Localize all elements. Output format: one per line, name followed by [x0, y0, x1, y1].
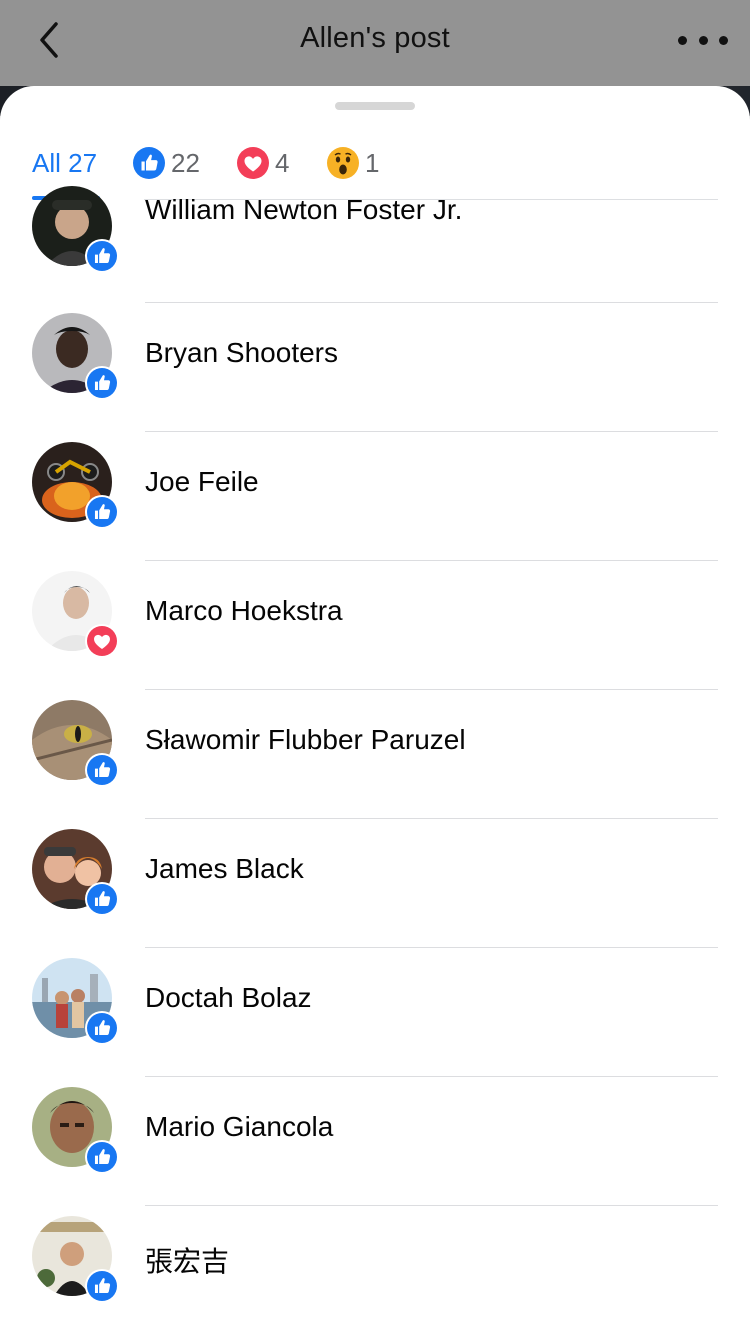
like-badge [85, 239, 119, 273]
avatar [32, 442, 119, 529]
list-item[interactable]: Bryan Shooters [0, 303, 750, 432]
like-icon [87, 884, 117, 914]
reactions-sheet: All 27 22 4 1 William Newton Foster Jr. … [0, 86, 750, 1334]
avatar [32, 186, 119, 273]
reactor-name: Marco Hoekstra [145, 595, 343, 626]
avatar [32, 1216, 119, 1303]
list-item[interactable]: Doctah Bolaz [0, 948, 750, 1077]
sheet-grabber[interactable] [335, 102, 415, 110]
like-icon [87, 497, 117, 527]
like-badge [85, 1011, 119, 1045]
like-badge [85, 1269, 119, 1303]
love-badge [85, 624, 119, 658]
like-icon [87, 1013, 117, 1043]
love-icon [87, 626, 117, 656]
page-title: Allen's post [300, 22, 450, 54]
like-badge [85, 1140, 119, 1174]
reactor-name: William Newton Foster Jr. [145, 194, 463, 225]
more-button[interactable] [678, 22, 728, 58]
reactor-name: Joe Feile [145, 466, 259, 497]
reactor-name: James Black [145, 853, 304, 884]
avatar [32, 571, 119, 658]
more-horizontal-icon [678, 35, 687, 45]
avatar [31, 700, 119, 787]
list-item[interactable]: Mario Giancola [0, 1077, 750, 1206]
avatar [32, 829, 119, 916]
reactor-name: Mario Giancola [145, 1111, 334, 1142]
list-item[interactable]: Sławomir Flubber Paruzel [0, 690, 750, 819]
reactor-name: Bryan Shooters [145, 337, 338, 368]
like-icon [87, 755, 117, 785]
list-item[interactable]: Marco Hoekstra [0, 561, 750, 690]
like-badge [85, 366, 119, 400]
avatar [32, 313, 119, 400]
like-icon [87, 241, 117, 271]
list-item[interactable]: Joe Feile [0, 432, 750, 561]
list-item[interactable]: James Black [0, 819, 750, 948]
like-icon [87, 1271, 117, 1301]
reactions-screen: Allen's post All 27 22 4 1 William Newto… [0, 0, 750, 1334]
like-badge [85, 882, 119, 916]
reactor-name: Sławomir Flubber Paruzel [145, 724, 466, 755]
list-item[interactable]: William Newton Foster Jr. [0, 174, 750, 303]
like-icon [87, 368, 117, 398]
top-nav-bar: Allen's post [0, 0, 750, 86]
avatar [32, 1087, 119, 1174]
like-badge [85, 495, 119, 529]
like-badge [85, 753, 119, 787]
list-item[interactable]: 張宏吉 [0, 1206, 750, 1334]
like-icon [87, 1142, 117, 1172]
avatar [32, 958, 119, 1045]
reactor-name: 張宏吉 [145, 1246, 230, 1277]
reactor-name: Doctah Bolaz [145, 982, 312, 1013]
